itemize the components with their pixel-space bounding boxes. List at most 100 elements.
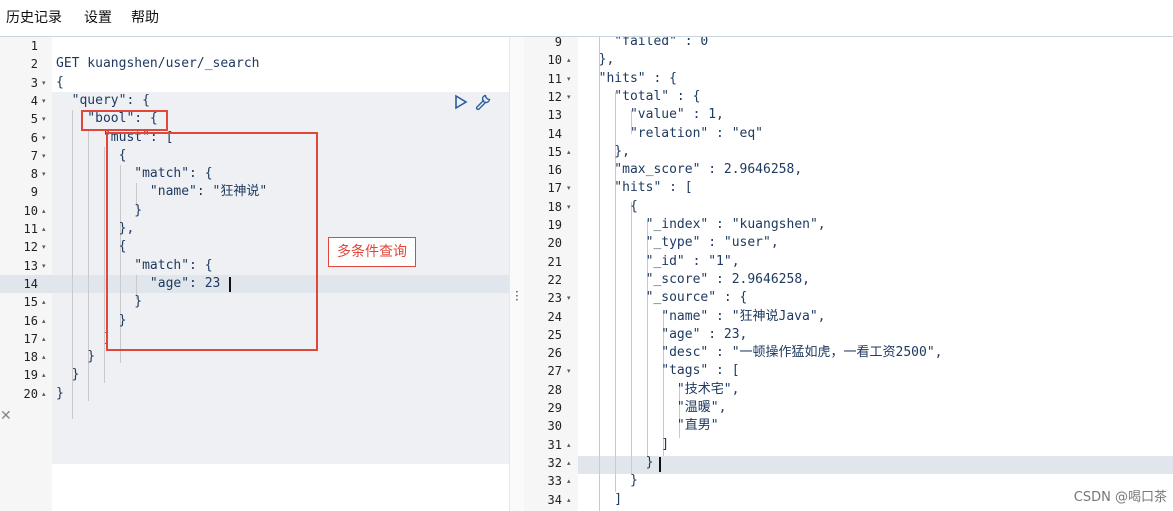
fold-toggle-icon[interactable]: ▴	[567, 143, 577, 161]
code-text: "query": {	[56, 92, 150, 108]
code-line[interactable]: 1	[0, 37, 509, 55]
code-text: },	[56, 221, 135, 236]
fold-toggle-icon[interactable]: ▾	[42, 92, 52, 110]
fold-toggle-icon[interactable]: ▴	[42, 366, 52, 384]
code-line[interactable]: 7 ▾ {	[0, 147, 509, 165]
code-line[interactable]: 25 "age" : 23,	[524, 326, 1173, 344]
fold-toggle-icon[interactable]: ▾	[567, 362, 577, 380]
fold-toggle-icon[interactable]: ▴	[567, 491, 577, 509]
code-line[interactable]: 13 ▾ "match": {	[0, 257, 509, 275]
code-line[interactable]: 24 "name" : "狂神说Java",	[524, 308, 1173, 326]
line-number: 4	[30, 93, 38, 108]
code-line[interactable]: 17 ▴ ]	[0, 330, 509, 348]
drag-handle-icon[interactable]: · · ·	[515, 286, 519, 306]
fold-toggle-icon[interactable]: ▴	[42, 348, 52, 366]
menu-settings[interactable]: 设置	[84, 7, 112, 27]
line-number: 15	[23, 295, 38, 310]
code-line[interactable]: 12 ▾ "total" : {	[524, 88, 1173, 106]
code-line[interactable]: 16 "max_score" : 2.9646258,	[524, 161, 1173, 179]
fold-toggle-icon[interactable]: ▴	[42, 330, 52, 348]
code-text: "failed" : 0	[583, 37, 709, 49]
fold-toggle-icon[interactable]: ▾	[42, 129, 52, 147]
code-line[interactable]: 30 "直男"	[524, 417, 1173, 435]
code-line[interactable]: 10 ▴ },	[524, 51, 1173, 69]
code-text: "_type" : "user",	[583, 235, 779, 251]
line-number: 9	[30, 185, 38, 200]
line-number: 33	[547, 474, 562, 489]
line-number: 22	[547, 272, 562, 287]
fold-toggle-icon[interactable]: ▾	[42, 165, 52, 183]
fold-toggle-icon[interactable]: ▴	[42, 220, 52, 238]
code-line[interactable]: 15 ▴ },	[524, 143, 1173, 161]
fold-toggle-icon[interactable]: ▴	[567, 436, 577, 454]
fold-toggle-icon[interactable]: ▴	[567, 472, 577, 490]
wrench-icon[interactable]	[474, 93, 492, 111]
play-icon[interactable]	[454, 94, 468, 110]
code-text: "_index" : "kuangshen",	[583, 217, 826, 232]
fold-toggle-icon[interactable]: ▴	[567, 454, 577, 472]
code-line[interactable]: 18 ▴ }	[0, 348, 509, 366]
fold-toggle-icon[interactable]: ▴	[42, 385, 52, 403]
fold-toggle-icon[interactable]: ▾	[42, 257, 52, 275]
fold-toggle-icon[interactable]: ▴	[567, 51, 577, 69]
fold-toggle-icon[interactable]: ▾	[567, 70, 577, 88]
code-line[interactable]: 3 ▾{	[0, 74, 509, 92]
code-text: "must": [	[56, 129, 174, 145]
code-line[interactable]: 14 "relation" : "eq"	[524, 125, 1173, 143]
response-viewer[interactable]: 9 "failed" : 0 10 ▴ }, 11 ▾ "hits" : {12 ▾ "t…	[524, 37, 1173, 511]
code-line[interactable]: 19 ▴ }	[0, 366, 509, 384]
code-line[interactable]: 11 ▴ },	[0, 220, 509, 238]
menu-help[interactable]: 帮助	[131, 7, 159, 27]
code-line[interactable]: 28 "技术宅",	[524, 381, 1173, 399]
code-line[interactable]: 2 GET kuangshen/user/_search	[0, 55, 509, 73]
code-line[interactable]: 32 ▴ }	[524, 454, 1173, 472]
code-line[interactable]: 5 ▾ "bool": {	[0, 110, 509, 128]
fold-toggle-icon[interactable]: ▾	[567, 289, 577, 307]
code-line[interactable]: 23 ▾ "_source" : {	[524, 289, 1173, 307]
fold-toggle-icon[interactable]: ▾	[42, 147, 52, 165]
code-line[interactable]: 9 "failed" : 0	[524, 37, 1173, 51]
fold-toggle-icon[interactable]: ▴	[42, 293, 52, 311]
line-number: 14	[547, 126, 562, 141]
menu-history[interactable]: 历史记录	[6, 7, 62, 27]
close-icon[interactable]: ✕	[0, 408, 12, 424]
line-number: 15	[547, 144, 562, 159]
code-line[interactable]: 27 ▾ "tags" : [	[524, 362, 1173, 380]
line-number: 27	[547, 364, 562, 379]
code-line[interactable]: 21 "_id" : "1",	[524, 253, 1173, 271]
code-line[interactable]: 10 ▴ }	[0, 202, 509, 220]
code-line[interactable]: 11 ▾ "hits" : {	[524, 70, 1173, 88]
code-line[interactable]: 20 "_type" : "user",	[524, 234, 1173, 252]
fold-toggle-icon[interactable]: ▾	[567, 88, 577, 106]
fold-toggle-icon[interactable]: ▴	[42, 312, 52, 330]
fold-toggle-icon[interactable]: ▾	[567, 179, 577, 197]
code-line[interactable]: 12 ▾ {	[0, 238, 509, 256]
code-line[interactable]: 17 ▾ "hits" : [	[524, 179, 1173, 197]
fold-toggle-icon[interactable]: ▾	[42, 74, 52, 92]
line-number: 25	[547, 327, 562, 342]
code-line[interactable]: 19 "_index" : "kuangshen",	[524, 216, 1173, 234]
code-line[interactable]: 29 "温暖",	[524, 399, 1173, 417]
code-line[interactable]: 18 ▾ {	[524, 198, 1173, 216]
fold-toggle-icon[interactable]: ▾	[42, 110, 52, 128]
code-text: }	[583, 473, 638, 489]
fold-toggle-icon[interactable]: ▾	[42, 238, 52, 256]
code-text: "_id" : "1",	[583, 253, 740, 269]
code-line[interactable]: 8 ▾ "match": {	[0, 165, 509, 183]
code-line[interactable]: 31 ▴ ]	[524, 436, 1173, 454]
fold-toggle-icon[interactable]: ▾	[567, 198, 577, 216]
code-text: }	[583, 454, 654, 470]
code-line[interactable]: 9 "name": "狂神说"	[0, 183, 509, 201]
code-line[interactable]: 16 ▴ }	[0, 312, 509, 330]
fold-toggle-icon[interactable]: ▴	[42, 202, 52, 220]
code-line[interactable]: 14 "age": 23	[0, 275, 509, 293]
code-line[interactable]: 22 "_score" : 2.9646258,	[524, 271, 1173, 289]
code-line[interactable]: 26 "desc" : "一顿操作猛如虎，一看工资2500",	[524, 344, 1173, 362]
code-line[interactable]: 20 ▴}	[0, 385, 509, 403]
code-line[interactable]: 13 "value" : 1,	[524, 106, 1173, 124]
code-line[interactable]: 15 ▴ }	[0, 293, 509, 311]
code-text: "match": {	[56, 166, 213, 182]
code-line[interactable]: 6 ▾ "must": [	[0, 129, 509, 147]
code-line[interactable]: 4 ▾ "query": {	[0, 92, 509, 110]
request-editor[interactable]: 1 2 GET kuangshen/user/_search 3 ▾{4 ▾ "query…	[0, 37, 509, 511]
